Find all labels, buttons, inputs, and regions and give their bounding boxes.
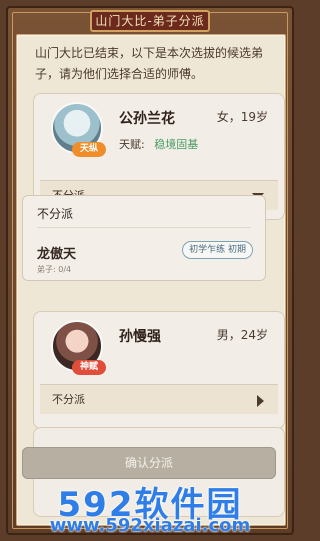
talent-line: 天赋: 稳境固基 <box>119 136 198 152</box>
candidate-name: 公孙兰花 <box>119 111 175 127</box>
dropdown-option-none[interactable]: 不分派 <box>37 205 73 222</box>
talent-badge: 神赋 <box>72 360 106 375</box>
mentor-disciple-count: 弟子: 0/4 <box>37 265 72 274</box>
assign-button[interactable]: 确认分派 <box>22 447 276 479</box>
talent-badge: 天纵 <box>72 142 106 157</box>
talent-value: 稳境固基 <box>154 138 199 151</box>
talent-label: 天赋: <box>119 138 145 151</box>
candidate-name: 孙慢强 <box>119 329 161 345</box>
window-title: 山门大比-弟子分派 <box>90 10 210 32</box>
mentor-select[interactable]: 不分派 <box>40 384 278 414</box>
dropdown-option-mentor-name[interactable]: 龙傲天 <box>37 243 76 262</box>
mentor-select-value: 不分派 <box>52 393 85 406</box>
mentor-rank-badge: 初学乍练 初期 <box>182 241 253 259</box>
candidate-card-2: 神赋 孙慢强 男，24岁 不分派 <box>33 311 285 429</box>
intro-text: 山门大比已结束，以下是本次选拔的候选弟子，请为他们选择合适的师傅。 <box>35 46 264 81</box>
divider <box>37 227 251 228</box>
mentor-dropdown: 不分派 龙傲天 初学乍练 初期 弟子: 0/4 <box>22 195 266 281</box>
chevron-right-icon <box>257 395 264 407</box>
candidate-gender-age: 男，24岁 <box>216 328 268 342</box>
candidate-gender-age: 女，19岁 <box>216 110 268 124</box>
